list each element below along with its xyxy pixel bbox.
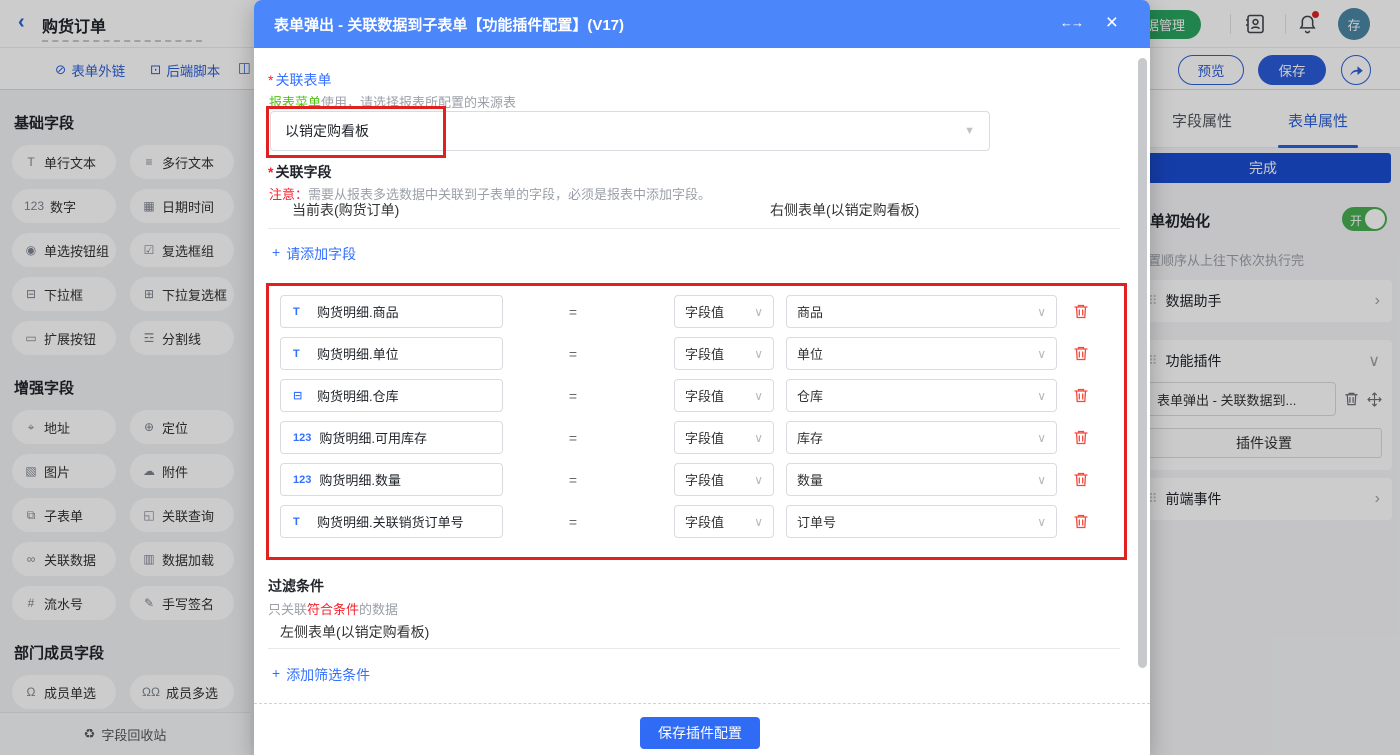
divider [268, 228, 1120, 229]
close-icon[interactable]: × [1106, 11, 1118, 35]
plus-icon: + [272, 244, 281, 260]
field-type-icon: T [293, 515, 300, 528]
right-table-field-select[interactable]: 订单号 ∨ [786, 505, 1057, 538]
equals-operator: = [568, 429, 578, 446]
delete-row-icon[interactable] [1073, 513, 1089, 530]
value-type-select[interactable]: 字段值 ∨ [674, 379, 774, 412]
value-type-select[interactable]: 字段值 ∨ [674, 421, 774, 454]
column-header-right: 右侧表单(以销定购看板) [770, 202, 920, 218]
delete-row-icon[interactable] [1073, 387, 1089, 404]
chevron-down-icon: ∨ [754, 472, 763, 487]
filter-title: 过滤条件 [268, 578, 324, 594]
chevron-down-icon: ∨ [1037, 472, 1046, 487]
equals-operator: = [568, 471, 578, 488]
chevron-down-icon: ∨ [1037, 388, 1046, 403]
related-form-label: * 关联表单 [268, 72, 332, 88]
chevron-down-icon: ∨ [1037, 430, 1046, 445]
chevron-down-icon: ∨ [754, 304, 763, 319]
dropdown-caret-icon: ▼ [964, 125, 975, 137]
divider [268, 648, 1120, 649]
current-table-field[interactable]: 123 购货明细.可用库存 [280, 421, 503, 454]
source-table-select[interactable]: 以销定购看板 ▼ [270, 111, 990, 151]
field-type-icon: ⊟ [293, 390, 303, 402]
plugin-config-modal: 表单弹出 - 关联数据到子表单【功能插件配置】(V17) ←→ × * 关联表单 … [254, 0, 1150, 755]
plus-icon: + [272, 665, 281, 681]
chevron-down-icon: ∨ [754, 346, 763, 361]
field-mapping-row: T 购货明细.关联销货订单号 = 字段值 ∨ 订单号 ∨ [280, 505, 1089, 538]
value-type-select[interactable]: 字段值 ∨ [674, 505, 774, 538]
field-mapping-row: 123 购货明细.数量 = 字段值 ∨ 数量 ∨ [280, 463, 1089, 496]
chevron-down-icon: ∨ [1037, 304, 1046, 319]
column-header-left: 当前表(购货订单) [292, 202, 400, 218]
right-table-field-select[interactable]: 单位 ∨ [786, 337, 1057, 370]
modal-header: 表单弹出 - 关联数据到子表单【功能插件配置】(V17) ←→ × [254, 0, 1150, 48]
chevron-down-icon: ∨ [754, 430, 763, 445]
current-table-field[interactable]: T 购货明细.关联销货订单号 [280, 505, 503, 538]
field-mapping-row: ⊟ 购货明细.仓库 = 字段值 ∨ 仓库 ∨ [280, 379, 1089, 412]
delete-row-icon[interactable] [1073, 471, 1089, 488]
current-table-field[interactable]: ⊟ 购货明细.仓库 [280, 379, 503, 412]
right-table-field-select[interactable]: 仓库 ∨ [786, 379, 1057, 412]
chevron-down-icon: ∨ [1037, 514, 1046, 529]
current-table-field[interactable]: 123 购货明细.数量 [280, 463, 503, 496]
field-type-icon: 123 [293, 473, 312, 486]
required-asterisk: * [268, 164, 274, 180]
chevron-down-icon: ∨ [754, 514, 763, 529]
field-type-icon: T [293, 305, 300, 318]
field-mapping-row: T 购货明细.单位 = 字段值 ∨ 单位 ∨ [280, 337, 1089, 370]
equals-operator: = [568, 303, 578, 320]
field-type-icon: T [293, 347, 300, 360]
add-filter-link[interactable]: + 添加筛选条件 [272, 665, 370, 685]
current-table-field[interactable]: T 购货明细.单位 [280, 337, 503, 370]
field-mapping-rows: T 购货明细.商品 = 字段值 ∨ 商品 ∨ T 购货明细.单位 = 字段值 ∨… [280, 295, 1089, 547]
chevron-down-icon: ∨ [1037, 346, 1046, 361]
related-form-hint: 报表菜单使用，请选择报表所配置的来源表 [269, 95, 517, 110]
expand-icon[interactable]: ←→ [1060, 15, 1084, 30]
filter-hint: 只关联符合条件的数据 [268, 602, 399, 617]
equals-operator: = [568, 513, 578, 530]
field-type-icon: 123 [293, 431, 312, 444]
delete-row-icon[interactable] [1073, 345, 1089, 362]
delete-row-icon[interactable] [1073, 429, 1089, 446]
chevron-down-icon: ∨ [754, 388, 763, 403]
related-fields-label: * 关联字段 [268, 164, 332, 180]
modal-body: * 关联表单 报表菜单使用，请选择报表所配置的来源表 以销定购看板 ▼ * 关联字段… [254, 48, 1150, 703]
right-table-field-select[interactable]: 商品 ∨ [786, 295, 1057, 328]
right-table-field-select[interactable]: 库存 ∨ [786, 421, 1057, 454]
delete-row-icon[interactable] [1073, 303, 1089, 320]
modal-footer: 保存插件配置 [254, 703, 1150, 755]
filter-scope-label: 左侧表单(以销定购看板) [280, 624, 430, 640]
value-type-select[interactable]: 字段值 ∨ [674, 337, 774, 370]
save-plugin-config-button[interactable]: 保存插件配置 [640, 717, 760, 749]
field-mapping-row: T 购货明细.商品 = 字段值 ∨ 商品 ∨ [280, 295, 1089, 328]
right-table-field-select[interactable]: 数量 ∨ [786, 463, 1057, 496]
add-field-link[interactable]: + 请添加字段 [272, 244, 356, 264]
field-mapping-row: 123 购货明细.可用库存 = 字段值 ∨ 库存 ∨ [280, 421, 1089, 454]
modal-title: 表单弹出 - 关联数据到子表单【功能插件配置】(V17) [274, 17, 625, 34]
modal-scrollbar[interactable] [1138, 58, 1147, 668]
value-type-select[interactable]: 字段值 ∨ [674, 463, 774, 496]
value-type-select[interactable]: 字段值 ∨ [674, 295, 774, 328]
equals-operator: = [568, 345, 578, 362]
equals-operator: = [568, 387, 578, 404]
current-table-field[interactable]: T 购货明细.商品 [280, 295, 503, 328]
required-asterisk: * [268, 72, 274, 88]
